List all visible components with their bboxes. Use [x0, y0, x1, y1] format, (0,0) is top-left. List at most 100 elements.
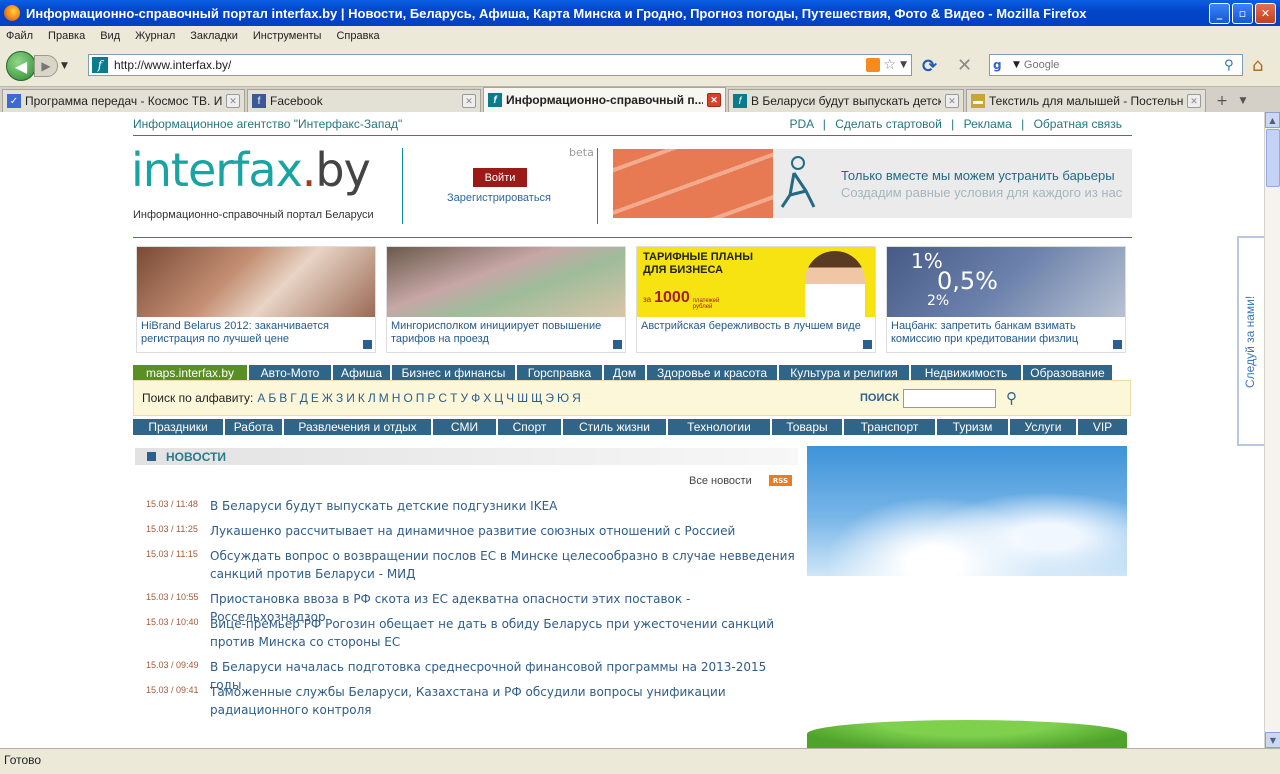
news-item[interactable]: 15.03 / 11:25 Лукашенко рассчитывает на …: [146, 522, 796, 540]
history-dropdown-icon[interactable]: ▼: [61, 61, 73, 71]
minimize-button[interactable]: _: [1209, 2, 1230, 24]
cat-technology[interactable]: Технологии: [668, 419, 770, 435]
tab-close-icon[interactable]: ✕: [1187, 94, 1201, 108]
tab-close-icon[interactable]: ✕: [462, 94, 476, 108]
cat-culture[interactable]: Культура и религия: [779, 365, 909, 381]
register-link[interactable]: Зарегистрироваться: [447, 192, 551, 204]
google-engine-icon[interactable]: g: [993, 57, 1011, 73]
letter-link[interactable]: Л: [368, 391, 376, 405]
letter-link[interactable]: Б: [268, 391, 276, 405]
login-button[interactable]: Войти: [473, 168, 527, 187]
tab-kosmos-tv[interactable]: ✓ Программа передач - Космос ТВ. Ин... ✕: [2, 89, 245, 112]
menu-file[interactable]: Файл: [6, 30, 33, 42]
cat-work[interactable]: Работа: [225, 419, 282, 435]
letter-link[interactable]: У: [460, 391, 468, 405]
cat-maps[interactable]: maps.interfax.by: [133, 365, 247, 381]
search-magnifier-icon[interactable]: ⚲: [1224, 58, 1242, 73]
cat-health[interactable]: Здоровье и красота: [647, 365, 777, 381]
home-icon[interactable]: ⌂: [1252, 55, 1263, 76]
rss-feed-icon[interactable]: [865, 58, 880, 72]
menu-help[interactable]: Справка: [336, 30, 379, 42]
link-ads[interactable]: Реклама: [964, 117, 1012, 131]
cat-afisha[interactable]: Афиша: [333, 365, 390, 381]
scroll-up-icon[interactable]: ▲: [1265, 112, 1280, 128]
letter-link[interactable]: Ж: [322, 391, 333, 405]
letter-link[interactable]: Г: [290, 391, 297, 405]
letter-link[interactable]: Е: [311, 391, 319, 405]
back-button[interactable]: ◀: [6, 51, 36, 81]
letter-link[interactable]: И: [346, 391, 355, 405]
letter-link[interactable]: Х: [483, 391, 491, 405]
address-bar[interactable]: f http://www.interfax.by/ ☆ ▼: [88, 54, 912, 76]
letter-link[interactable]: З: [336, 391, 343, 405]
cat-goods[interactable]: Товары: [772, 419, 842, 435]
news-link[interactable]: Обсуждать вопрос о возвращении послов ЕС…: [210, 547, 796, 583]
link-feedback[interactable]: Обратная связь: [1034, 117, 1122, 131]
news-link[interactable]: В Беларуси будут выпускать детские подгу…: [210, 497, 796, 515]
scroll-down-icon[interactable]: ▼: [1265, 732, 1280, 748]
link-make-start[interactable]: Сделать стартовой: [835, 117, 942, 131]
menu-tools[interactable]: Инструменты: [253, 30, 322, 42]
news-link[interactable]: Вице-премьер РФ Рогозин обещает не дать …: [210, 615, 796, 651]
letter-link[interactable]: Ф: [471, 391, 480, 405]
cat-business[interactable]: Бизнес и финансы: [392, 365, 515, 381]
letter-link[interactable]: О: [403, 391, 412, 405]
link-pda[interactable]: PDA: [789, 117, 813, 131]
cat-vip[interactable]: VIP: [1078, 419, 1127, 435]
tab-facebook[interactable]: f Facebook ✕: [247, 89, 481, 112]
news-item[interactable]: 15.03 / 10:40 Вице-премьер РФ Рогозин об…: [146, 615, 796, 651]
news-title[interactable]: НОВОСТИ: [166, 450, 226, 464]
news-item[interactable]: 15.03 / 11:15 Обсуждать вопрос о возвращ…: [146, 547, 796, 583]
letter-link[interactable]: Ц: [494, 391, 503, 405]
engine-dropdown-icon[interactable]: ▼: [1013, 60, 1020, 70]
web-search-box[interactable]: g ▼ ⚲: [989, 54, 1243, 76]
letter-link[interactable]: Я: [572, 391, 581, 405]
letter-link[interactable]: В: [279, 391, 287, 405]
grass-ad-image[interactable]: [807, 720, 1127, 748]
letter-link[interactable]: А: [257, 391, 265, 405]
cat-home[interactable]: Дом: [604, 365, 645, 381]
search-icon[interactable]: ⚲: [1006, 389, 1017, 407]
letter-link[interactable]: Р: [427, 391, 435, 405]
menu-bookmarks[interactable]: Закладки: [190, 30, 238, 42]
scroll-thumb[interactable]: [1266, 129, 1280, 187]
tab-close-icon[interactable]: ✕: [707, 93, 721, 107]
reload-icon[interactable]: ⟳: [922, 56, 937, 77]
site-search-input[interactable]: [903, 389, 996, 408]
tab-interfax-portal[interactable]: f Информационно-справочный п... ✕: [483, 87, 726, 112]
promo-austrian[interactable]: ТАРИФНЫЕ ПЛАНЫ ДЛЯ БИЗНЕСА за 1000 плате…: [636, 246, 876, 353]
bookmark-star-icon[interactable]: ☆: [884, 57, 897, 73]
tab-textile[interactable]: ▬ Текстиль для малышей - Постельно... ✕: [966, 89, 1206, 112]
news-link[interactable]: Таможенные службы Беларуси, Казахстана и…: [210, 683, 796, 719]
news-item[interactable]: 15.03 / 11:48 В Беларуси будут выпускать…: [146, 497, 796, 515]
cat-holidays[interactable]: Праздники: [133, 419, 223, 435]
menu-view[interactable]: Вид: [100, 30, 120, 42]
close-button[interactable]: ✕: [1255, 2, 1276, 24]
follow-us-widget[interactable]: Следуй за нами!: [1237, 236, 1264, 446]
cat-lifestyle[interactable]: Стиль жизни: [563, 419, 666, 435]
tab-ikea-news[interactable]: f В Беларуси будут выпускать детск... ✕: [728, 89, 964, 112]
cat-tourism[interactable]: Туризм: [937, 419, 1008, 435]
promo-natbank[interactable]: 1% 0,5% 2% Нацбанк: запретить банкам взи…: [886, 246, 1126, 353]
url-text[interactable]: http://www.interfax.by/: [114, 58, 866, 72]
sky-ad-image[interactable]: [807, 446, 1127, 576]
tab-close-icon[interactable]: ✕: [226, 94, 240, 108]
news-link[interactable]: Лукашенко рассчитывает на динамичное раз…: [210, 522, 796, 540]
tab-list-icon[interactable]: ▼: [1236, 90, 1250, 112]
letter-link[interactable]: Э: [545, 391, 554, 405]
letter-link[interactable]: Т: [450, 391, 457, 405]
letter-link[interactable]: Н: [392, 391, 401, 405]
cat-realty[interactable]: Недвижимость: [911, 365, 1021, 381]
cat-education[interactable]: Образование: [1023, 365, 1112, 381]
all-news-link[interactable]: Все новости: [689, 475, 752, 487]
promo-tariffs[interactable]: Мингорисполком инициирует повышение тари…: [386, 246, 626, 353]
letter-link[interactable]: К: [358, 391, 365, 405]
cat-sport[interactable]: Спорт: [498, 419, 561, 435]
tab-close-icon[interactable]: ✕: [945, 94, 959, 108]
letter-link[interactable]: Д: [300, 391, 308, 405]
barrier-banner[interactable]: Только вместе мы можем устранить барьеры…: [613, 149, 1132, 218]
forward-button[interactable]: ▶: [34, 55, 58, 77]
letter-link[interactable]: Ч: [506, 391, 514, 405]
cat-auto-moto[interactable]: Авто-Мото: [249, 365, 331, 381]
letter-link[interactable]: Щ: [531, 391, 542, 405]
